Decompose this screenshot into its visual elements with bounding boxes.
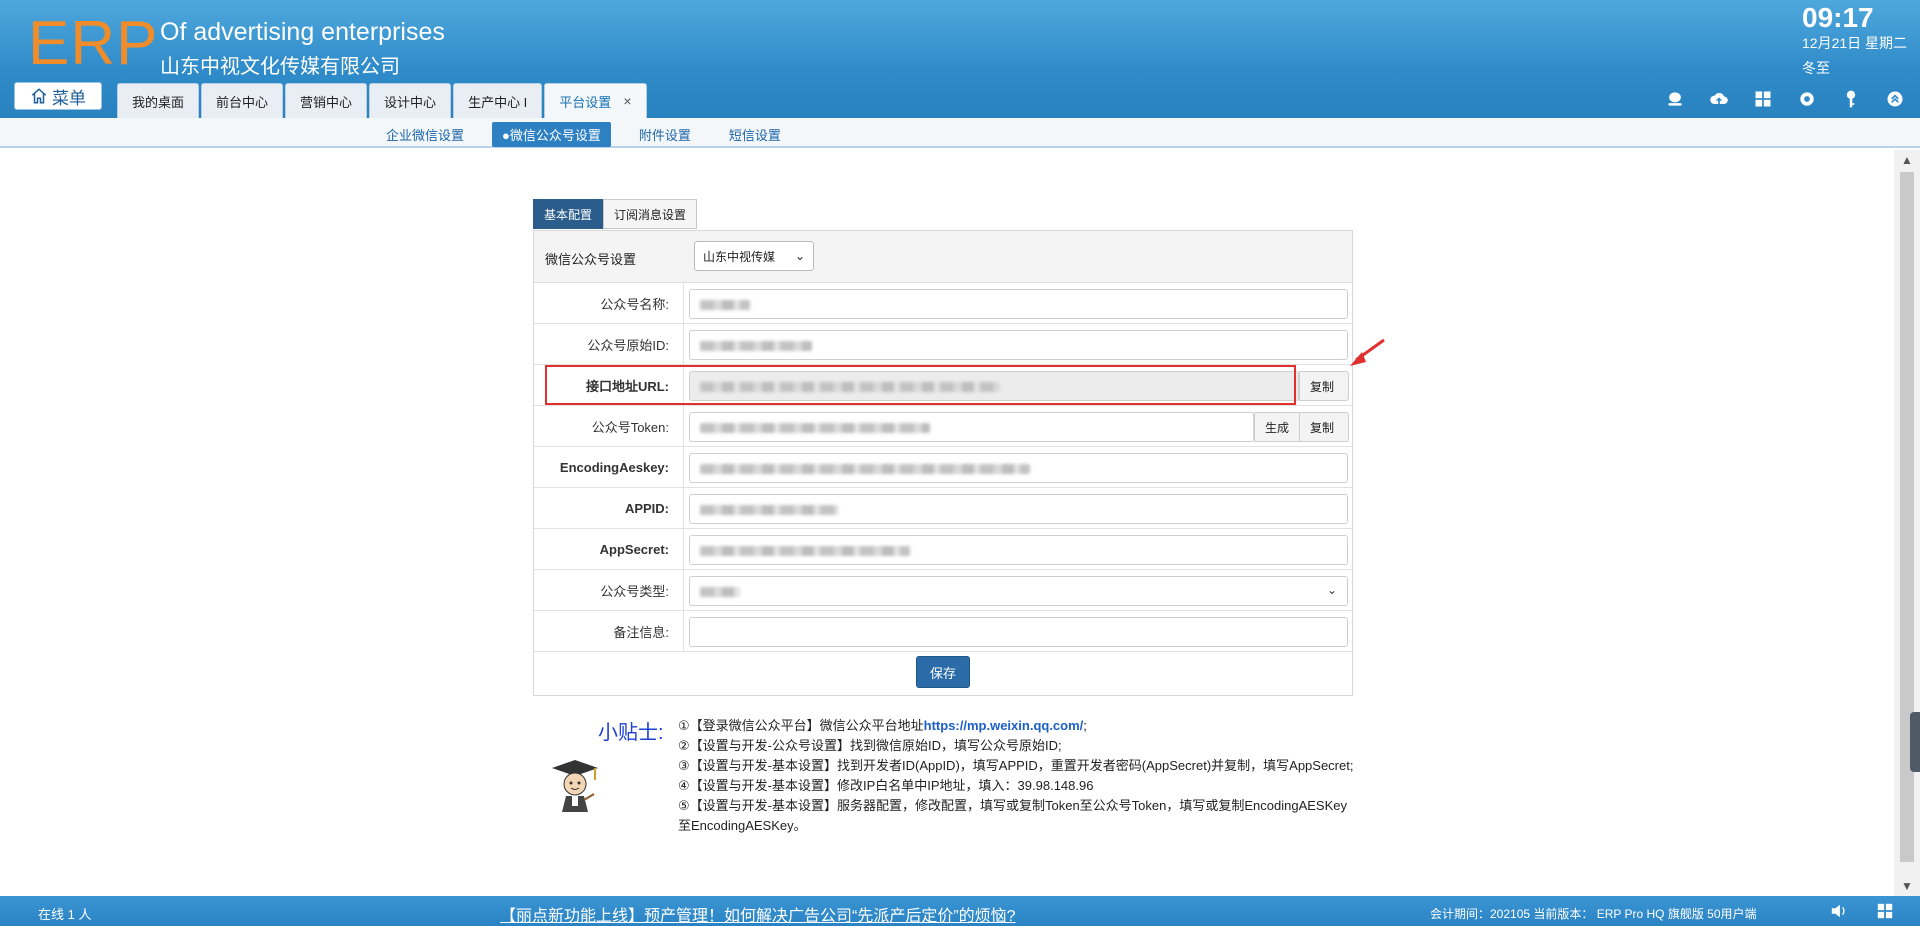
subnav-attachment[interactable]: 附件设置 (629, 122, 701, 147)
chevron-down-icon: ⌄ (1326, 583, 1337, 597)
tab-label: 生产中心 I (468, 94, 528, 110)
vertical-scrollbar[interactable]: ▲ ▼ (1894, 150, 1920, 896)
tip-text: ①【登录微信公众平台】微信公众平台地址 (678, 718, 924, 733)
scroll-up-icon[interactable]: ▲ (1901, 154, 1913, 166)
apps-grid-icon[interactable] (1876, 902, 1894, 920)
row-account-type: 公众号类型: ⌄ (534, 570, 1352, 611)
module-tabs: 我的桌面 前台中心 营销中心 设计中心 生产中心 I 平台设置 × (117, 83, 647, 118)
tab-desktop[interactable]: 我的桌面 (117, 83, 200, 118)
account-type-select[interactable]: ⌄ (689, 576, 1348, 606)
tab-basic-config[interactable]: 基本配置 (533, 199, 604, 229)
annotation-arrow-icon (1350, 338, 1385, 366)
generate-token-button[interactable]: 生成 (1254, 412, 1300, 442)
collapse-up-icon[interactable] (1884, 88, 1906, 110)
tab-subscription-message[interactable]: 订阅消息设置 (603, 199, 698, 229)
news-link[interactable]: 【丽点新功能上线】预产管理！如何解决广告公司“先派产后定价”的烦恼? (500, 902, 1016, 926)
row-token: 公众号Token: 生成 复制 (534, 406, 1352, 447)
row-aeskey: EncodingAeskey: (534, 447, 1352, 488)
save-button[interactable]: 保存 (916, 656, 970, 688)
copy-url-button[interactable]: 复制 (1299, 371, 1349, 401)
tab-marketing[interactable]: 营销中心 (285, 83, 368, 118)
tab-production[interactable]: 生产中心 I (453, 83, 543, 118)
account-select-value: 山东中视传媒 (703, 249, 776, 264)
row-original-id: 公众号原始ID: (534, 324, 1352, 365)
tip-line-3: ③【设置与开发-基本设置】找到开发者ID(AppID)，填写APPID，重置开发… (678, 758, 1354, 773)
graduate-mascot-icon (552, 760, 598, 812)
gear-icon[interactable] (1796, 88, 1818, 110)
tab-design[interactable]: 设计中心 (369, 83, 452, 118)
original-id-label: 公众号原始ID: (534, 324, 684, 365)
account-name-label: 公众号名称: (534, 283, 684, 324)
solar-term: 冬至 (1802, 60, 1830, 76)
form-header: 微信公众号设置 山东中视传媒 ⌄ (534, 231, 1352, 283)
scroll-down-icon[interactable]: ▼ (1901, 880, 1913, 892)
subnav-sms[interactable]: 短信设置 (719, 122, 791, 147)
appsecret-label: AppSecret: (534, 529, 684, 570)
row-appsecret: AppSecret: (534, 529, 1352, 570)
home-icon (31, 88, 47, 104)
app-header: ERP Of advertising enterprises 山东中视文化传媒有… (0, 0, 1920, 118)
appsecret-input[interactable] (689, 535, 1348, 565)
row-interface-url: 接口地址URL: 复制 (534, 365, 1352, 406)
original-id-input[interactable] (689, 330, 1348, 360)
menu-label: 菜单 (52, 88, 86, 108)
key-icon[interactable] (1840, 88, 1862, 110)
row-account-name: 公众号名称: (534, 283, 1352, 324)
main-menu-button[interactable]: 菜单 (14, 82, 102, 110)
interface-url-label: 接口地址URL: (534, 365, 684, 406)
wechat-platform-link[interactable]: https://mp.weixin.qq.com/ (924, 718, 1084, 733)
apps-grid-icon[interactable] (1752, 88, 1774, 110)
tips-title: 小贴士: (598, 722, 664, 744)
clock-date: 12月21日 星期二 (1802, 35, 1908, 51)
tip-line-4: ④【设置与开发-基本设置】修改IP白名单中IP地址，填入：39.98.148.9… (678, 778, 1094, 793)
config-tabs: 基本配置 订阅消息设置 (533, 199, 698, 229)
tip-line-2: ②【设置与开发-公众号设置】找到微信原始ID，填写公众号原始ID; (678, 738, 1062, 753)
token-label: 公众号Token: (534, 406, 684, 447)
token-input[interactable] (689, 412, 1254, 442)
tab-label: 平台设置 (559, 94, 612, 110)
tab-front-desk[interactable]: 前台中心 (201, 83, 284, 118)
tab-platform-settings[interactable]: 平台设置 × (544, 83, 647, 118)
tip-line-1: ①【登录微信公众平台】微信公众平台地址https://mp.weixin.qq.… (678, 716, 1356, 736)
online-count: 在线 1 人 (38, 907, 92, 922)
subnav-enterprise-wechat[interactable]: 企业微信设置 (376, 122, 474, 147)
copy-token-button[interactable]: 复制 (1299, 412, 1349, 442)
row-appid: APPID: (534, 488, 1352, 529)
remark-input[interactable] (689, 617, 1348, 647)
account-select[interactable]: 山东中视传媒 ⌄ (694, 241, 814, 271)
company-name-cn: 山东中视文化传媒有限公司 (160, 56, 400, 78)
aeskey-input[interactable] (689, 453, 1348, 483)
tips-list: ①【登录微信公众平台】微信公众平台地址https://mp.weixin.qq.… (678, 716, 1356, 836)
side-panel-handle[interactable] (1910, 712, 1920, 772)
tab-label: 我的桌面 (132, 94, 185, 110)
cloud-upload-icon[interactable] (1708, 88, 1730, 110)
user-icon[interactable] (1664, 88, 1686, 110)
appid-input[interactable] (689, 494, 1348, 524)
tab-label: 营销中心 (300, 94, 353, 110)
tab-label: 前台中心 (216, 94, 269, 110)
subnav-wechat-official-account[interactable]: ●微信公众号设置 (492, 122, 611, 147)
tip-line-5: ⑤【设置与开发-基本设置】服务器配置，修改配置，填写或复制Token至公众号To… (678, 798, 1347, 833)
volume-icon[interactable] (1830, 902, 1848, 920)
chevron-down-icon: ⌄ (794, 249, 805, 263)
account-name-input[interactable] (689, 289, 1348, 319)
header-toolbar (1664, 88, 1906, 110)
interface-url-input[interactable] (689, 371, 1299, 401)
account-select-label: 微信公众号设置 (545, 252, 637, 267)
version-info: 会计期间：202105 当前版本： ERP Pro HQ 旗舰版 50用户端 (1430, 907, 1757, 921)
account-type-label: 公众号类型: (534, 570, 684, 611)
aeskey-label: EncodingAeskey: (534, 447, 684, 488)
remark-label: 备注信息: (534, 611, 684, 652)
row-remark: 备注信息: (534, 611, 1352, 652)
status-footer: 在线 1 人 【丽点新功能上线】预产管理！如何解决广告公司“先派产后定价”的烦恼… (0, 896, 1920, 926)
clock-time: 09:17 (1802, 2, 1874, 33)
tab-label: 设计中心 (384, 94, 437, 110)
appid-label: APPID: (534, 488, 684, 529)
wechat-config-form: 微信公众号设置 山东中视传媒 ⌄ 公众号名称: 公众号原始ID: 接口地址URL… (533, 230, 1353, 696)
erp-logo: ERP (28, 9, 159, 78)
company-name-en: Of advertising enterprises (160, 18, 445, 46)
sub-navigation: 企业微信设置 ●微信公众号设置 附件设置 短信设置 (0, 118, 1920, 148)
close-icon[interactable]: × (623, 93, 631, 109)
tip-text: ; (1083, 718, 1087, 733)
